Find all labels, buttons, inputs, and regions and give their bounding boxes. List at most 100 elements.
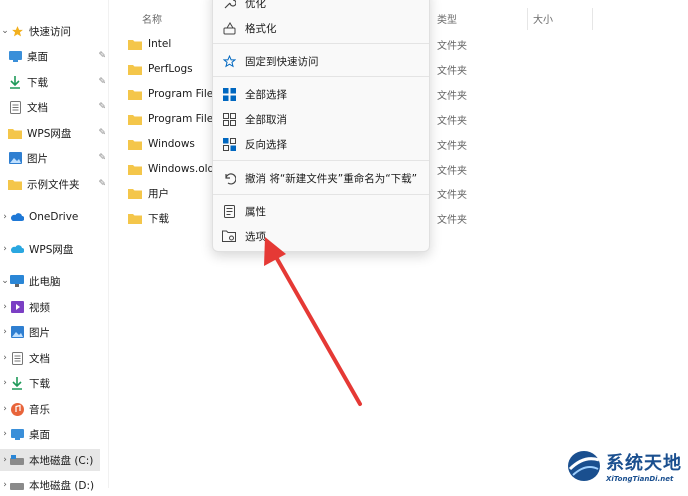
pane-divider[interactable] — [108, 0, 109, 488]
chevron-right-icon[interactable]: › — [0, 404, 10, 414]
sidebar-item-pc-pictures[interactable]: › 图片 — [0, 321, 108, 343]
menu-item-label: 全部选择 — [245, 88, 287, 101]
watermark: 系统天地 XiTongTianDi.net — [566, 444, 688, 488]
pin-icon[interactable]: ✎ — [98, 102, 106, 112]
folder-icon — [128, 188, 142, 199]
sidebar-item-label: 音乐 — [29, 403, 50, 416]
sidebar-item-example-folder[interactable]: 示例文件夹 ✎ — [8, 173, 116, 195]
cloud-icon — [10, 210, 24, 224]
video-icon — [10, 300, 24, 314]
chevron-right-icon[interactable]: › — [0, 244, 10, 254]
sidebar-item-pc-desktop[interactable]: › 桌面 — [0, 423, 108, 445]
column-divider[interactable] — [592, 8, 593, 30]
sidebar-item-wps-drive[interactable]: WPS网盘 ✎ — [8, 122, 116, 144]
folder-icon — [8, 177, 22, 191]
menu-item-select-none[interactable]: 全部取消 — [221, 108, 421, 130]
file-name: 下载 — [148, 212, 169, 225]
sidebar-item-pc-documents[interactable]: › 文档 — [0, 347, 108, 369]
sidebar-item-this-pc[interactable]: ⌄ 此电脑 — [0, 270, 108, 292]
wrench-icon — [221, 0, 237, 11]
menu-item-options[interactable]: 选项 — [221, 225, 421, 247]
sidebar-item-downloads[interactable]: 下载 ✎ — [8, 71, 116, 93]
sidebar-item-documents[interactable]: 文档 ✎ — [8, 96, 116, 118]
menu-item-format[interactable]: 格式化 — [221, 17, 421, 39]
file-type: 文件夹 — [437, 189, 467, 201]
file-type: 文件夹 — [437, 140, 467, 152]
chevron-right-icon[interactable]: › — [0, 429, 10, 439]
invert-selection-icon — [221, 136, 237, 152]
column-header-name[interactable]: 名称 — [142, 8, 162, 28]
file-name: Program Files — [148, 88, 212, 100]
folder-icon — [128, 89, 142, 100]
file-type: 文件夹 — [437, 40, 467, 52]
chevron-right-icon[interactable]: › — [0, 327, 10, 337]
sidebar-item-label: 图片 — [29, 326, 50, 339]
chevron-right-icon[interactable]: › — [0, 455, 10, 465]
menu-item-label: 属性 — [245, 205, 266, 218]
sidebar-item-label: 桌面 — [27, 50, 48, 63]
file-name: Program Files — [148, 113, 212, 125]
chevron-right-icon[interactable]: › — [0, 302, 10, 312]
pin-icon[interactable]: ✎ — [98, 51, 106, 61]
column-divider[interactable] — [527, 8, 528, 30]
menu-item-label: 全部取消 — [245, 113, 287, 126]
column-header-size[interactable]: 大小 — [533, 8, 553, 28]
menu-item-undo-rename[interactable]: 撤消 将“新建文件夹”重命名为“下载” — [221, 167, 421, 189]
menu-item-select-all[interactable]: 全部选择 — [221, 83, 421, 105]
file-name: Intel — [148, 38, 172, 50]
sidebar-item-quick-access[interactable]: ⌄ 快速访问 — [0, 20, 108, 42]
sidebar-item-label: OneDrive — [29, 211, 79, 223]
sidebar-item-pictures[interactable]: 图片 ✎ — [8, 147, 116, 169]
menu-item-label: 固定到快速访问 — [245, 55, 319, 68]
chevron-down-icon[interactable]: ⌄ — [0, 26, 10, 36]
chevron-right-icon[interactable]: › — [0, 353, 10, 363]
undo-icon — [221, 170, 237, 186]
sidebar-item-wps-cloud[interactable]: › WPS网盘 — [0, 238, 108, 260]
menu-item-properties[interactable]: 属性 — [221, 200, 421, 222]
picture-icon — [8, 151, 22, 165]
sidebar-item-pc-downloads[interactable]: › 下载 — [0, 372, 108, 394]
chevron-right-icon[interactable]: › — [0, 378, 10, 388]
music-icon — [10, 402, 24, 416]
sidebar-item-label: WPS网盘 — [29, 243, 74, 256]
sidebar-item-label: 本地磁盘 (C:) — [29, 454, 94, 467]
context-menu: 优化 格式化 固定到快速访问 全部选择 全部取消 反向选择 撤消 将“新建文件夹… — [212, 0, 430, 252]
chevron-right-icon[interactable]: › — [0, 480, 10, 490]
sidebar-item-onedrive[interactable]: › OneDrive — [0, 206, 108, 228]
menu-item-pin-quick-access[interactable]: 固定到快速访问 — [221, 50, 421, 72]
sidebar-item-label: WPS网盘 — [27, 127, 72, 140]
pin-icon[interactable]: ✎ — [98, 179, 106, 189]
menu-item-label: 撤消 将“新建文件夹”重命名为“下载” — [245, 172, 418, 185]
chevron-down-icon[interactable]: ⌄ — [0, 276, 10, 286]
format-drive-icon — [221, 20, 237, 36]
picture-icon — [10, 325, 24, 339]
sidebar-item-music[interactable]: › 音乐 — [0, 398, 108, 420]
sidebar-item-local-d[interactable]: › 本地磁盘 (D:) — [0, 474, 108, 496]
folder-icon — [128, 64, 142, 75]
sidebar-item-videos[interactable]: › 视频 — [0, 296, 108, 318]
folder-icon — [128, 114, 142, 125]
file-type: 文件夹 — [437, 165, 467, 177]
menu-item-optimize[interactable]: 优化 — [221, 0, 421, 14]
sidebar-item-label: 示例文件夹 — [27, 178, 80, 191]
folder-icon — [128, 213, 142, 224]
folder-icon — [8, 126, 22, 140]
chevron-right-icon[interactable]: › — [0, 212, 10, 222]
file-name: PerfLogs — [148, 63, 193, 75]
desktop-icon — [8, 49, 22, 63]
file-type: 文件夹 — [437, 90, 467, 102]
pin-icon[interactable]: ✎ — [98, 77, 106, 87]
file-name: Windows — [148, 138, 195, 150]
pin-icon[interactable]: ✎ — [98, 153, 106, 163]
sidebar-item-desktop[interactable]: 桌面 ✎ — [8, 45, 116, 67]
select-none-icon — [221, 111, 237, 127]
sidebar-item-local-c[interactable]: › 本地磁盘 (C:) — [0, 449, 100, 471]
pin-icon[interactable]: ✎ — [98, 128, 106, 138]
menu-item-invert-selection[interactable]: 反向选择 — [221, 133, 421, 155]
sidebar-item-label: 视频 — [29, 301, 50, 314]
sidebar-item-label: 本地磁盘 (D:) — [29, 479, 95, 492]
folder-options-icon — [221, 228, 237, 244]
sidebar-item-label: 快速访问 — [29, 25, 71, 38]
column-header-type[interactable]: 类型 — [437, 8, 457, 28]
watermark-title: 系统天地 — [606, 453, 682, 474]
